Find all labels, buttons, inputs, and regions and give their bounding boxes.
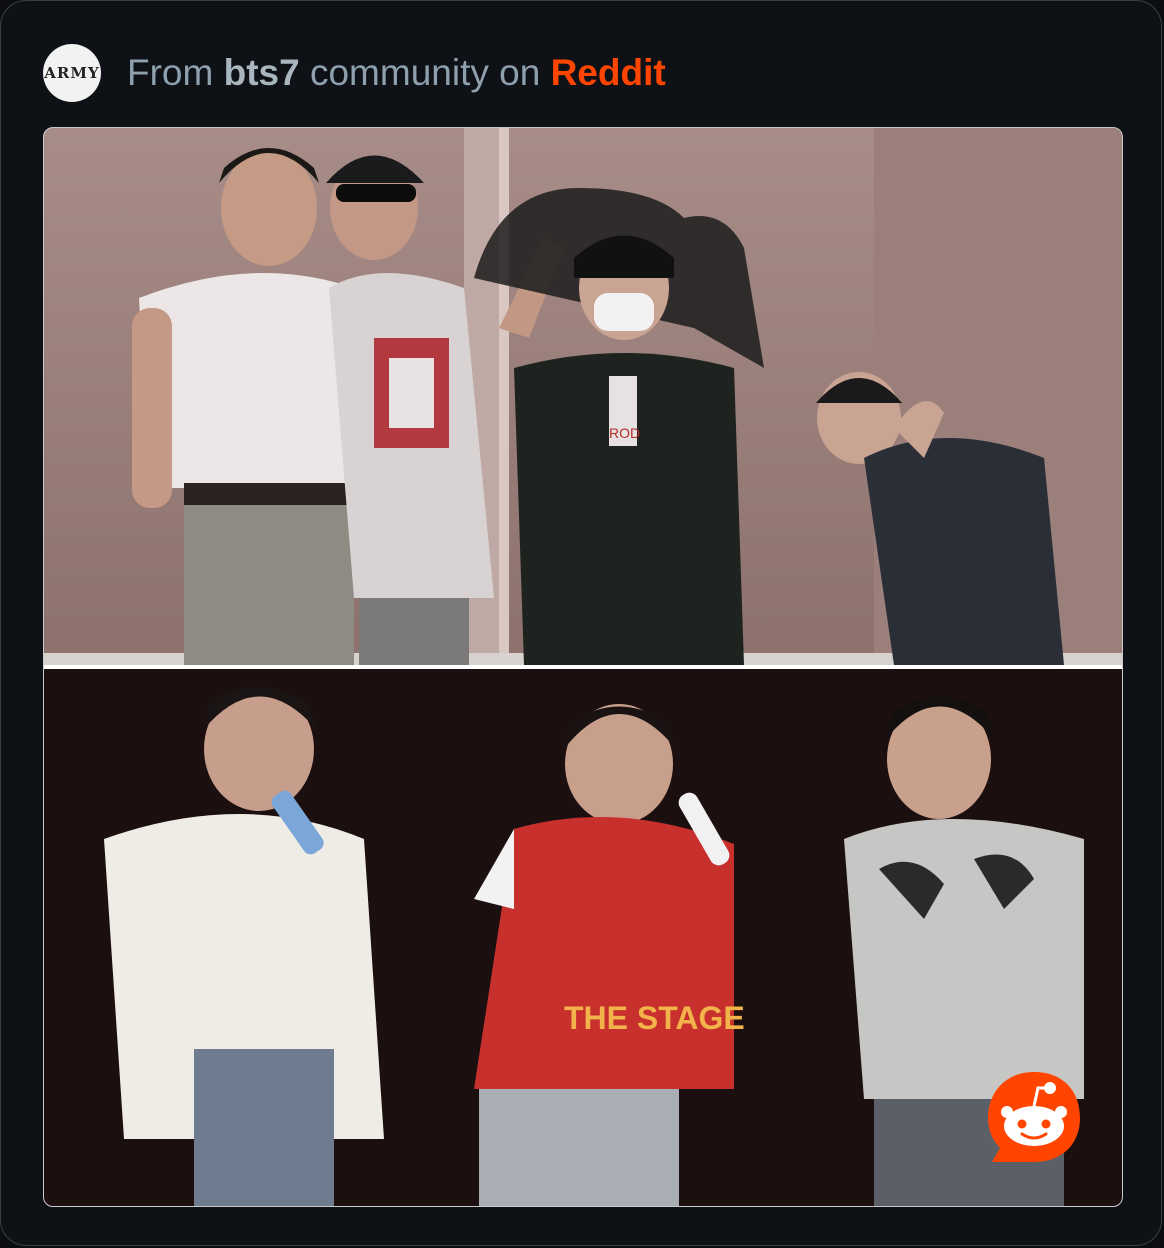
community-name-link[interactable]: bts7 xyxy=(224,52,300,93)
post-media[interactable]: ROD THE STAGE xyxy=(43,127,1123,1207)
top-shirt-text: ROD xyxy=(609,425,640,441)
post-card[interactable]: ARMY From bts7 community on Reddit ROD T… xyxy=(0,0,1162,1246)
community-avatar[interactable]: ARMY xyxy=(43,44,101,102)
bottom-photo[interactable]: THE STAGE xyxy=(44,669,1122,1206)
top-photo[interactable]: ROD xyxy=(44,128,1122,665)
source-line: From bts7 community on Reddit xyxy=(127,52,666,94)
post-header: ARMY From bts7 community on Reddit xyxy=(43,41,666,105)
platform-name-link[interactable]: Reddit xyxy=(551,52,666,93)
source-middle: community on xyxy=(309,52,541,93)
avatar-logo-text: ARMY xyxy=(44,64,100,82)
bottom-shirt-text: THE STAGE xyxy=(564,1000,745,1036)
reddit-snoo-icon xyxy=(982,1066,1086,1170)
source-prefix: From xyxy=(127,52,214,93)
